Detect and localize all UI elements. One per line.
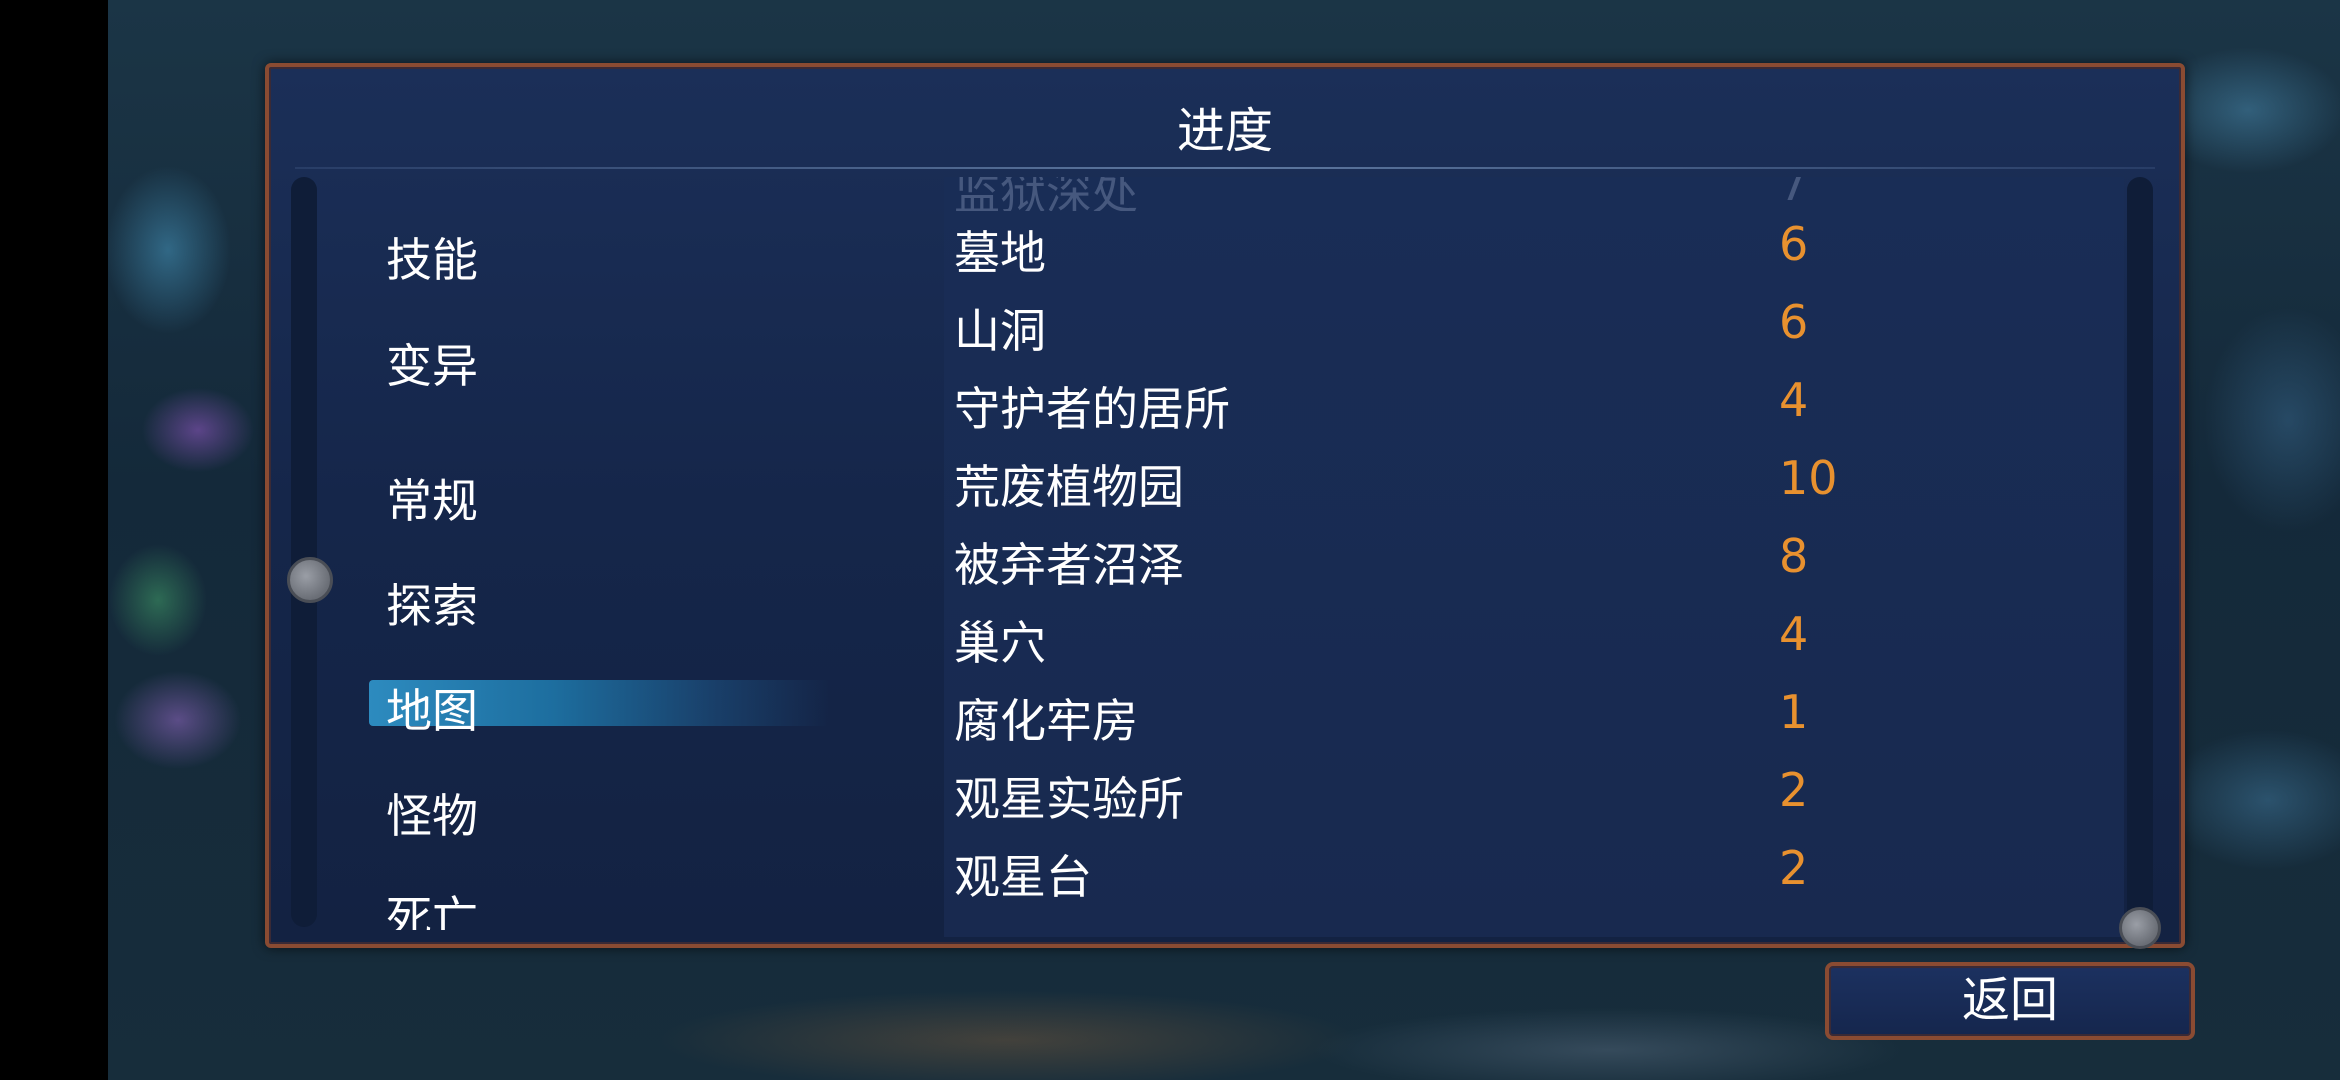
list-item: 监狱深处 7 xyxy=(944,177,2124,211)
list-row: 墓地 6 xyxy=(944,217,2124,280)
category-skills[interactable]: 技能 xyxy=(386,224,478,290)
progress-panel: 进度 技能 变异 常规 探索 地图 怪物 死亡 监狱深处 7 墓地 6 山洞 6… xyxy=(265,63,2185,949)
biome-count: 10 xyxy=(1779,451,1838,505)
list-row: 被弃者沼泽 8 xyxy=(944,529,2124,592)
list-row: 山洞 6 xyxy=(944,295,2124,358)
category-exploration[interactable]: 探索 xyxy=(386,570,478,636)
panel-title: 进度 xyxy=(1176,103,1273,159)
map-progress-list[interactable]: 监狱深处 7 墓地 6 山洞 6 守护者的居所 4 荒废植物园 10 被弃者沼泽… xyxy=(944,177,2124,937)
category-scrollbar-thumb[interactable] xyxy=(287,557,333,603)
list-row: 荒废植物园 10 xyxy=(944,451,2124,514)
list-row: 监狱深处 7 xyxy=(944,177,2124,211)
list-row: 观星实验所 2 xyxy=(944,763,2124,826)
list-row: 巢穴 4 xyxy=(944,607,2124,670)
biome-count: 6 xyxy=(1779,295,1809,349)
title-divider xyxy=(295,167,2155,169)
category-map[interactable]: 地图 xyxy=(386,675,478,741)
biome-name: 观星实验所 xyxy=(954,772,1184,826)
biome-count: 7 xyxy=(1779,177,1809,211)
biome-name: 被弃者沼泽 xyxy=(954,538,1184,592)
biome-name: 巢穴 xyxy=(954,616,1046,670)
biome-count: 8 xyxy=(1779,529,1809,583)
biome-count: 2 xyxy=(1779,763,1809,817)
category-general[interactable]: 常规 xyxy=(386,465,478,531)
list-scrollbar-track[interactable] xyxy=(2127,177,2153,927)
biome-name: 墓地 xyxy=(954,226,1046,280)
biome-name: 腐化牢房 xyxy=(954,694,1138,748)
biome-count: 4 xyxy=(1779,607,1809,661)
biome-count: 2 xyxy=(1779,841,1809,895)
list-scrollbar-thumb[interactable] xyxy=(2119,907,2161,949)
list-row: 腐化牢房 1 xyxy=(944,685,2124,748)
game-screen: 进度 技能 变异 常规 探索 地图 怪物 死亡 监狱深处 7 墓地 6 山洞 6… xyxy=(0,0,2340,1080)
category-mutations[interactable]: 变异 xyxy=(386,330,478,396)
biome-name: 观星台 xyxy=(954,850,1092,904)
biome-name: 守护者的居所 xyxy=(954,382,1230,436)
category-monsters[interactable]: 怪物 xyxy=(386,780,478,846)
biome-name: 监狱深处 xyxy=(954,177,1138,211)
biome-count: 4 xyxy=(1779,373,1809,427)
back-button[interactable]: 返回 xyxy=(1825,962,2195,1040)
category-scrollbar-track[interactable] xyxy=(291,177,317,927)
biome-name: 山洞 xyxy=(954,304,1046,358)
category-deaths[interactable]: 死亡 xyxy=(386,882,478,930)
list-row: 守护者的居所 4 xyxy=(944,373,2124,436)
biome-count: 1 xyxy=(1779,685,1809,739)
biome-count: 6 xyxy=(1779,217,1809,271)
list-row: 观星台 2 xyxy=(944,841,2124,904)
biome-name: 荒废植物园 xyxy=(954,460,1184,514)
